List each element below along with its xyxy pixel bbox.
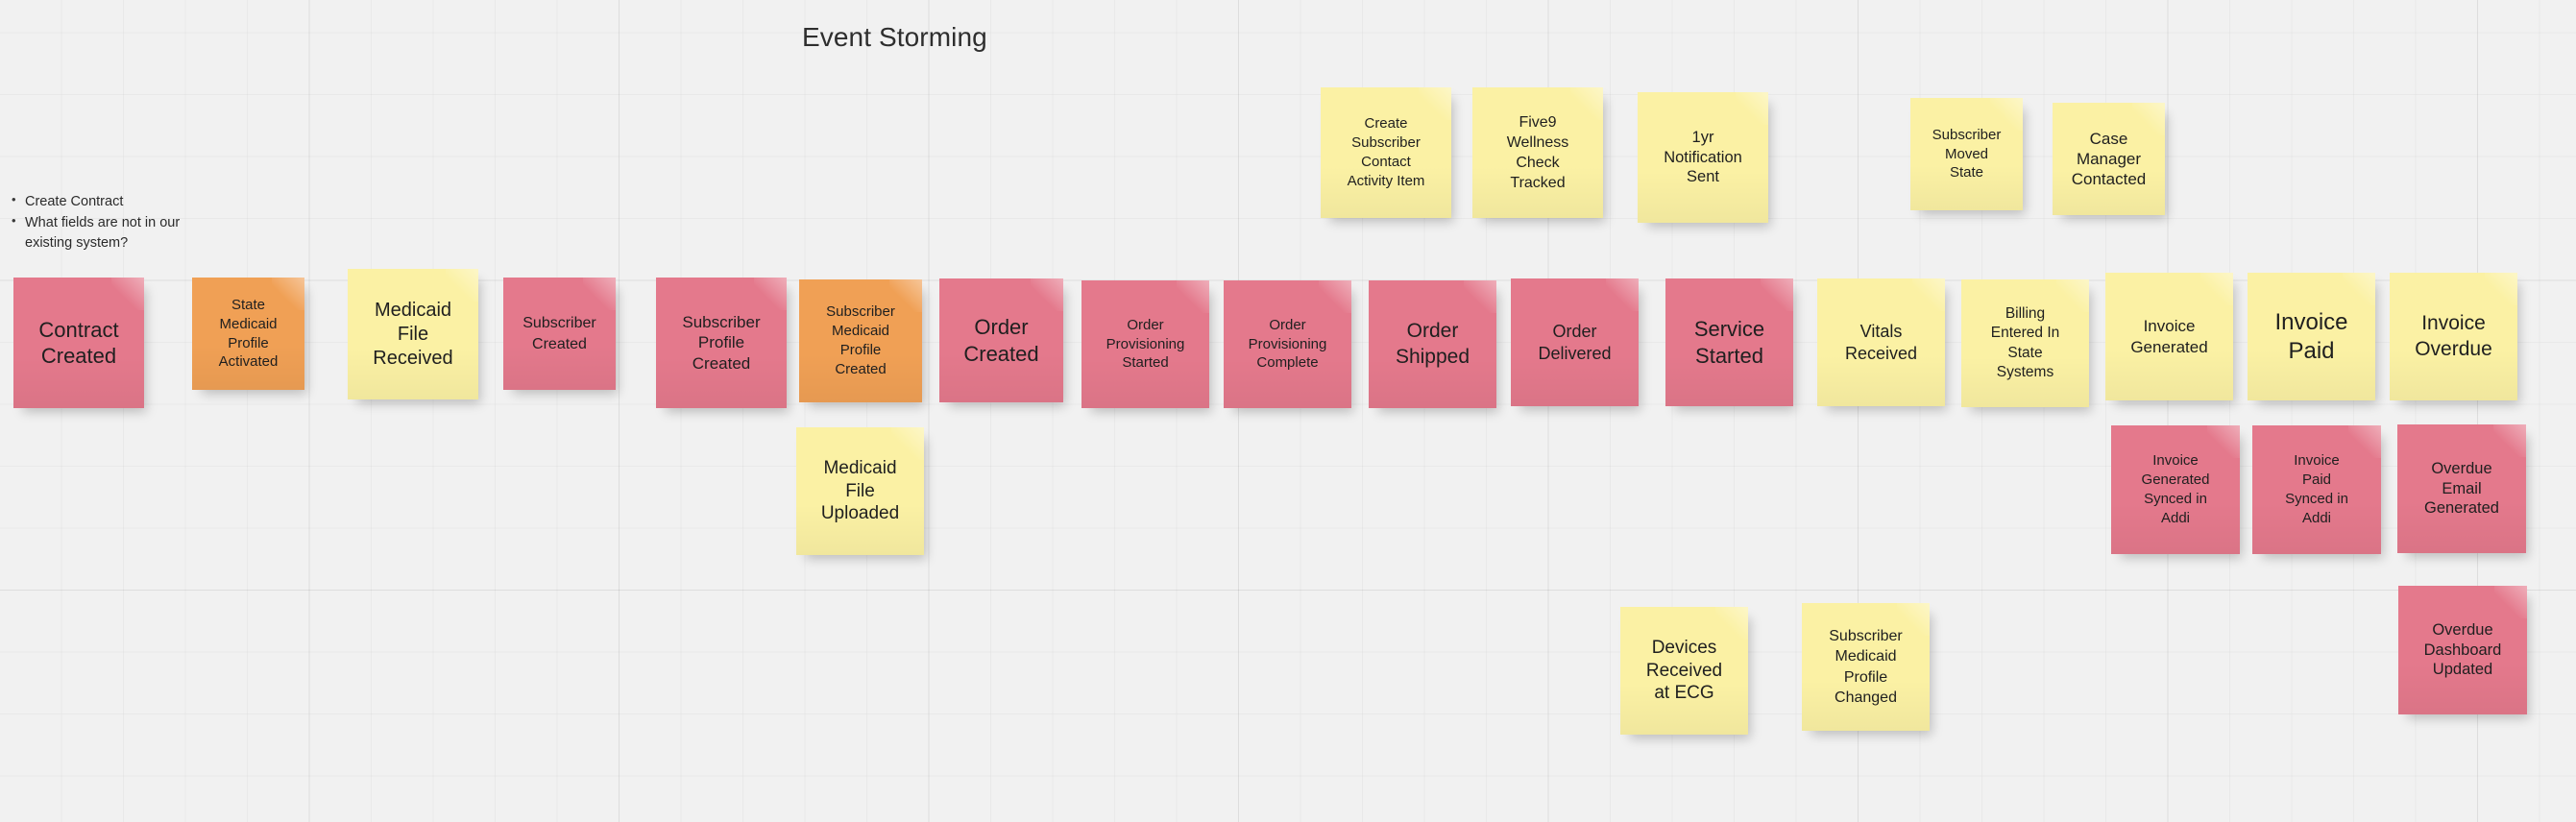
sticky-note-label: Overdue Dashboard Updated — [2423, 621, 2502, 679]
event-storming-board[interactable]: Event Storming Create Contract What fiel… — [0, 0, 2576, 822]
text-note-bullet: What fields are not in our existing syst… — [12, 212, 185, 254]
sticky-note-label: Subscriber Moved State — [1932, 126, 2002, 181]
sticky-note-label: Medicaid File Received — [373, 299, 453, 369]
sticky-note-label: Order Provisioning Started — [1106, 316, 1185, 372]
sticky-note-invoice-paid[interactable]: Invoice Paid — [2248, 273, 2375, 400]
sticky-note-overdue-dashboard-updated[interactable]: Overdue Dashboard Updated — [2398, 586, 2527, 714]
sticky-note-medicaid-file-uploaded[interactable]: Medicaid File Uploaded — [796, 427, 924, 555]
text-note-bullet-list: Create Contract What fields are not in o… — [8, 191, 185, 254]
sticky-note-label: Invoice Paid Synced in Addi — [2285, 452, 2348, 526]
sticky-note-label: Order Shipped — [1395, 320, 1470, 368]
sticky-note-invoice-generated[interactable]: Invoice Generated — [2105, 273, 2233, 400]
sticky-note-subscriber-created[interactable]: Subscriber Created — [503, 278, 616, 390]
sticky-note-case-manager-contacted[interactable]: Case Manager Contacted — [2053, 103, 2165, 215]
sticky-note-label: Subscriber Medicaid Profile Changed — [1829, 628, 1903, 706]
sticky-note-order-provisioning-started[interactable]: Order Provisioning Started — [1081, 280, 1209, 408]
sticky-note-label: 1yr Notification Sent — [1664, 129, 1742, 186]
sticky-note-invoice-overdue[interactable]: Invoice Overdue — [2390, 273, 2517, 400]
sticky-note-label: Invoice Paid — [2274, 308, 2348, 364]
sticky-note-1yr-notification-sent[interactable]: 1yr Notification Sent — [1638, 92, 1768, 223]
sticky-note-service-started[interactable]: Service Started — [1665, 278, 1793, 406]
sticky-note-label: Invoice Overdue — [2415, 312, 2492, 360]
text-note-bullet: Create Contract — [12, 191, 185, 212]
sticky-note-order-delivered[interactable]: Order Delivered — [1511, 278, 1639, 406]
sticky-note-order-provisioning-complete[interactable]: Order Provisioning Complete — [1224, 280, 1351, 408]
sticky-note-label: Service Started — [1693, 317, 1765, 368]
sticky-note-contract-created[interactable]: Contract Created — [13, 278, 144, 408]
sticky-note-label: Billing Entered In State Systems — [1990, 304, 2060, 380]
sticky-note-label: Subscriber Medicaid Profile Created — [826, 303, 895, 377]
sticky-note-order-shipped[interactable]: Order Shipped — [1369, 280, 1496, 408]
sticky-note-vitals-received[interactable]: Vitals Received — [1817, 278, 1945, 406]
sticky-note-label: Medicaid File Uploaded — [820, 457, 900, 524]
sticky-note-create-subscriber-contact-activity-item[interactable]: Create Subscriber Contact Activity Item — [1321, 87, 1451, 218]
sticky-note-label: Contract Created — [38, 317, 119, 369]
sticky-note-label: Subscriber Created — [522, 315, 596, 352]
sticky-note-label: Invoice Generated Synced in Addi — [2141, 452, 2210, 526]
sticky-note-label: Devices Received at ECG — [1645, 637, 1723, 704]
sticky-note-label: Five9 Wellness Check Tracked — [1506, 113, 1569, 192]
sticky-note-invoice-generated-synced-in-addi[interactable]: Invoice Generated Synced in Addi — [2111, 425, 2240, 554]
sticky-note-label: Overdue Email Generated — [2424, 460, 2499, 518]
text-note-create-contract[interactable]: Create Contract What fields are not in o… — [8, 191, 185, 254]
sticky-note-label: Order Provisioning Complete — [1248, 316, 1327, 372]
sticky-note-overdue-email-generated[interactable]: Overdue Email Generated — [2397, 424, 2526, 553]
sticky-note-label: Create Subscriber Contact Activity Item — [1347, 115, 1425, 189]
sticky-note-medicaid-file-received[interactable]: Medicaid File Received — [348, 269, 478, 399]
board-title: Event Storming — [802, 22, 987, 52]
sticky-note-state-medicaid-profile-activated[interactable]: State Medicaid Profile Activated — [192, 278, 304, 390]
sticky-note-billing-entered-in-state-systems[interactable]: Billing Entered In State Systems — [1961, 279, 2089, 407]
sticky-note-invoice-paid-synced-in-addi[interactable]: Invoice Paid Synced in Addi — [2252, 425, 2381, 554]
sticky-note-devices-received-at-ecg[interactable]: Devices Received at ECG — [1620, 607, 1748, 735]
sticky-note-subscriber-medicaid-profile-created[interactable]: Subscriber Medicaid Profile Created — [799, 279, 922, 402]
sticky-note-subscriber-medicaid-profile-changed[interactable]: Subscriber Medicaid Profile Changed — [1802, 603, 1930, 731]
sticky-note-label: Order Delivered — [1538, 322, 1612, 363]
sticky-note-label: Case Manager Contacted — [2071, 129, 2147, 189]
sticky-note-label: State Medicaid Profile Activated — [218, 296, 279, 371]
sticky-note-order-created[interactable]: Order Created — [939, 278, 1063, 402]
sticky-note-subscriber-moved-state[interactable]: Subscriber Moved State — [1910, 98, 2023, 210]
sticky-note-label: Vitals Received — [1844, 322, 1918, 363]
sticky-note-label: Subscriber Profile Created — [682, 313, 761, 373]
sticky-note-label: Order Created — [963, 315, 1039, 366]
sticky-note-subscriber-profile-created[interactable]: Subscriber Profile Created — [656, 278, 787, 408]
sticky-note-five9-wellness-check-tracked[interactable]: Five9 Wellness Check Tracked — [1472, 87, 1603, 218]
sticky-note-label: Invoice Generated — [2130, 317, 2208, 356]
